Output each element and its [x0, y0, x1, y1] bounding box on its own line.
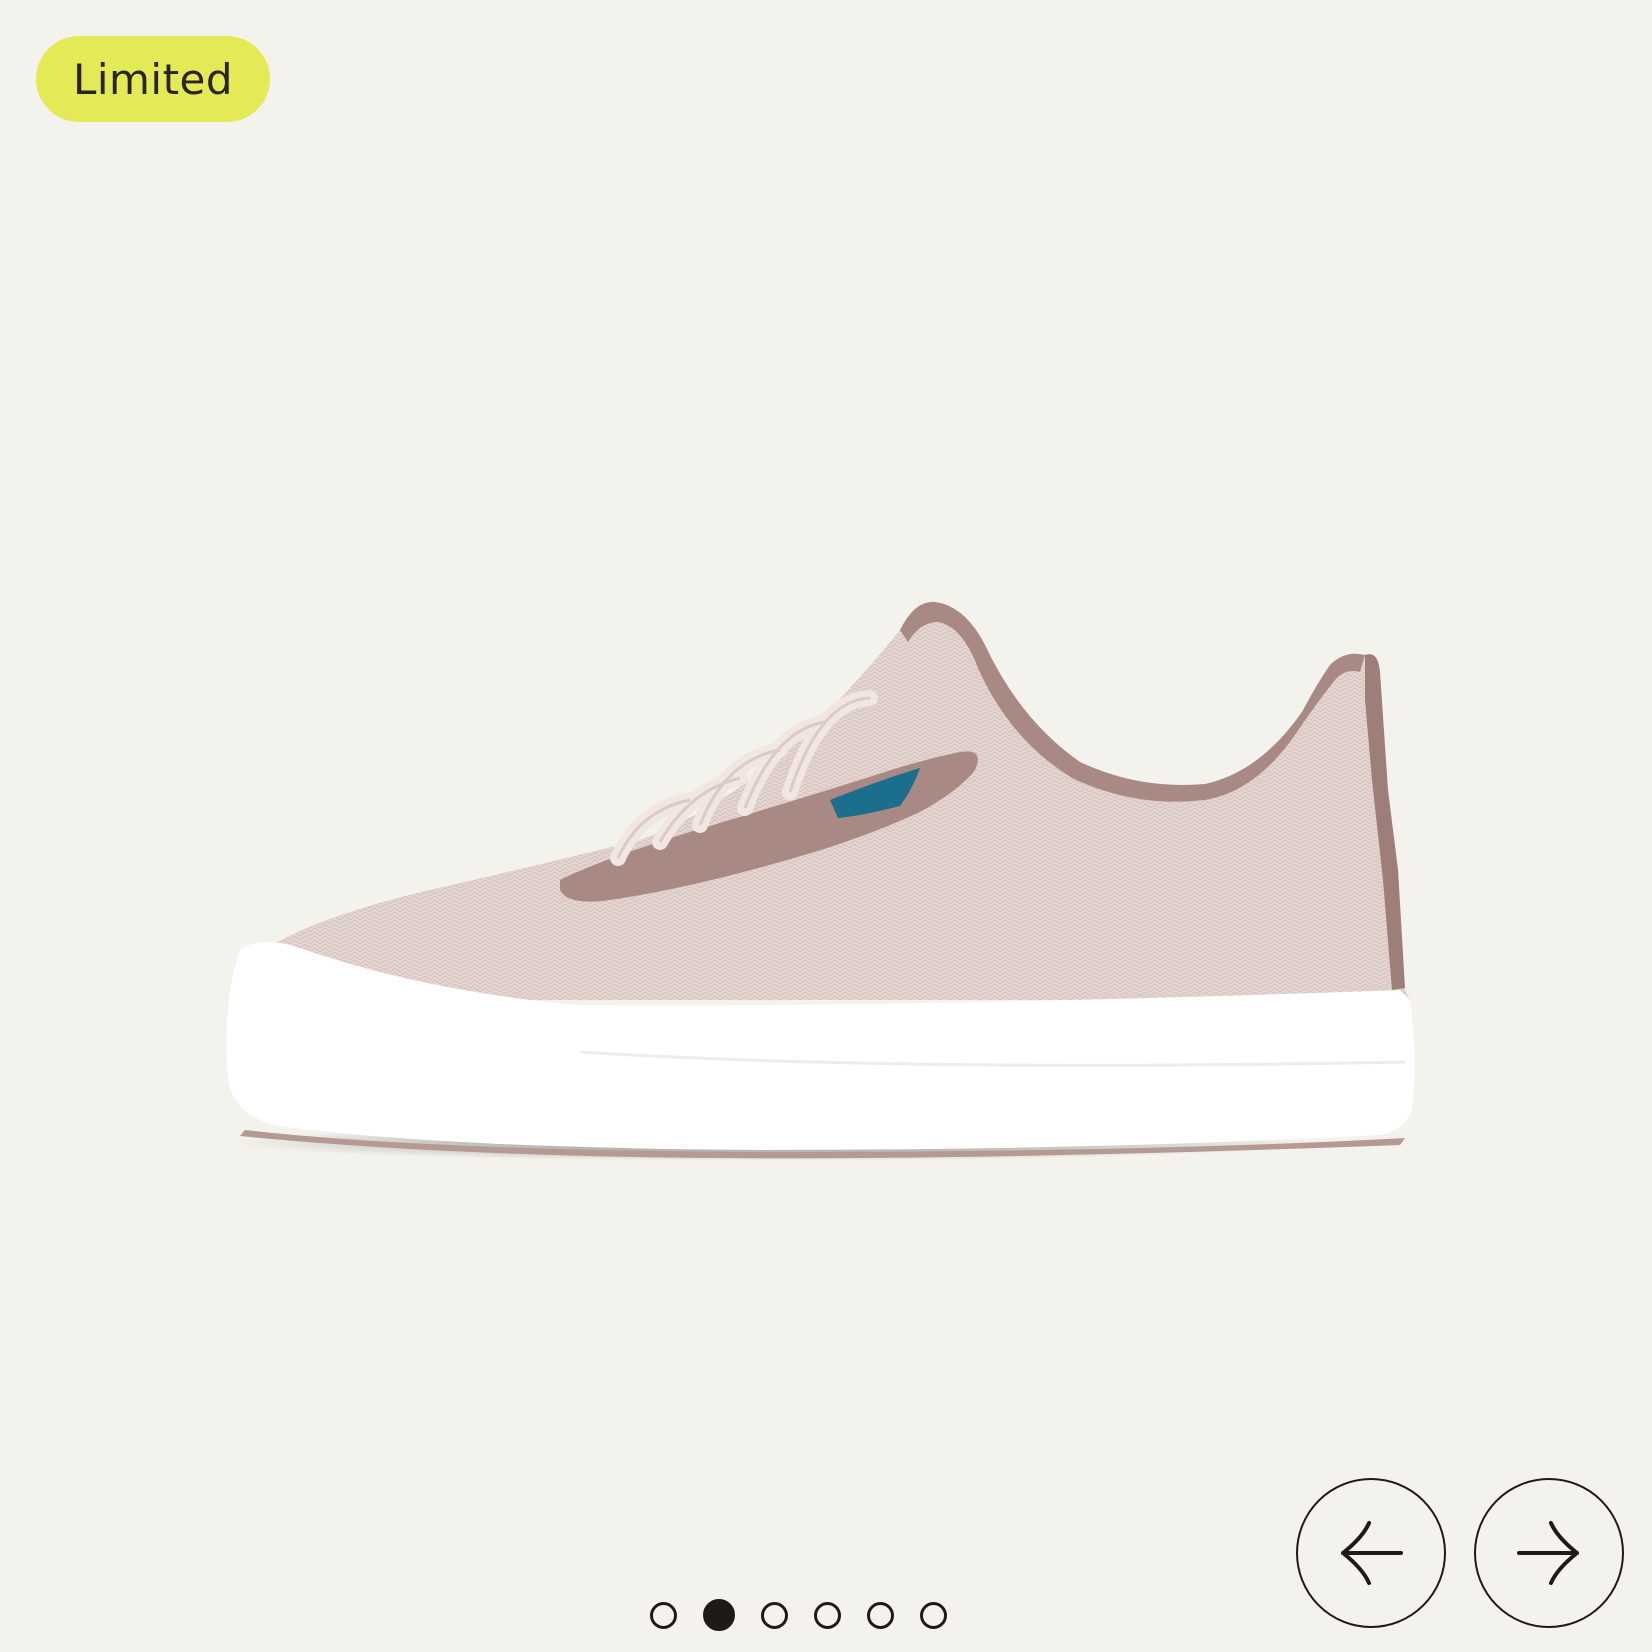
previous-image-button[interactable] [1296, 1478, 1446, 1628]
limited-badge: Limited [36, 36, 270, 122]
gallery-dot-3[interactable] [761, 1601, 788, 1629]
product-gallery: Limited [0, 0, 1652, 1652]
gallery-dot-5[interactable] [867, 1601, 894, 1629]
gallery-dot-1[interactable] [650, 1601, 677, 1629]
next-image-button[interactable] [1474, 1478, 1624, 1628]
gallery-dot-4[interactable] [814, 1601, 841, 1629]
sneaker-product-image [226, 601, 1415, 1161]
gallery-dot-2[interactable] [703, 1599, 735, 1631]
carousel-pagination [650, 1597, 947, 1633]
arrow-left-icon [1341, 1521, 1403, 1585]
arrow-right-icon [1517, 1521, 1579, 1585]
gallery-dot-6[interactable] [920, 1601, 947, 1629]
